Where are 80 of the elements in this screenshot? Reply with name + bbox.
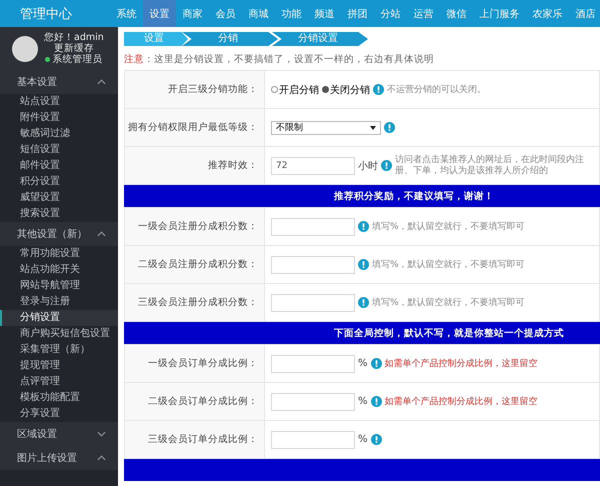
unit-label: 小时 xyxy=(358,160,378,172)
sidebar-section[interactable]: 图片上传设置 xyxy=(0,446,118,470)
sidebar-item[interactable]: 模板功能配置 xyxy=(0,390,118,406)
nav-tab[interactable]: 设置 xyxy=(143,0,176,27)
field-label: 三级会员注册分成积分数： xyxy=(125,284,265,321)
caret-icon xyxy=(370,126,376,130)
sidebar-item[interactable]: 邮件设置 xyxy=(0,158,118,174)
radio-label[interactable]: 开启分销 xyxy=(279,82,319,96)
field-hint: 不运营分销的可以关闭。 xyxy=(387,84,486,96)
chevron-icon xyxy=(97,79,106,85)
field-label: 三级会员订单分成比例： xyxy=(125,421,265,458)
section-banner: 推荐积分奖励，不建议填写，谢谢！ xyxy=(124,185,600,207)
unit-label: % xyxy=(358,434,368,445)
sidebar-item[interactable]: 短信设置 xyxy=(0,142,118,158)
info-icon xyxy=(381,160,392,171)
sidebar-item[interactable]: 站点功能开关 xyxy=(0,262,118,278)
field-label: 二级会员注册分成积分数： xyxy=(125,246,265,283)
input-field[interactable] xyxy=(271,430,355,448)
input-field[interactable] xyxy=(271,218,355,236)
sidebar-item[interactable]: 搜索设置 xyxy=(0,206,118,222)
input-field[interactable] xyxy=(271,392,355,410)
info-icon xyxy=(358,259,369,270)
radio-button[interactable] xyxy=(271,86,278,93)
chevron-icon xyxy=(97,455,106,461)
radio-button[interactable] xyxy=(322,86,329,93)
input-field[interactable]: 72 xyxy=(271,156,355,174)
online-dot xyxy=(45,57,50,62)
info-icon xyxy=(370,396,382,407)
sidebar-item[interactable]: 点评管理 xyxy=(0,374,118,390)
input-field[interactable] xyxy=(271,294,355,312)
level-dropdown[interactable]: 不限制 xyxy=(271,120,381,134)
input-field[interactable] xyxy=(271,354,355,372)
sidebar-item[interactable]: 提现管理 xyxy=(0,358,118,374)
sidebar-item[interactable]: 登录与注册 xyxy=(0,294,118,310)
sidebar-item[interactable]: 附件设置 xyxy=(0,110,118,126)
app-logo: 管理中心 xyxy=(19,6,73,24)
field-label: 开启三级分销功能： xyxy=(125,71,265,108)
info-icon xyxy=(358,221,369,232)
chevron-icon xyxy=(97,431,106,437)
field-hint: 填写%，默认留空就行，不要填写即可 xyxy=(372,296,525,309)
sidebar-item[interactable]: 敏感词过滤 xyxy=(0,126,118,142)
sidebar-section[interactable]: 区域设置 xyxy=(0,422,118,446)
notice-label: 注意 xyxy=(124,53,144,66)
input-field[interactable] xyxy=(271,256,355,274)
field-hint: 访问者点击某推荐人的网址后，在此时间段内注册、下单，均认为是该推荐人所介绍的 xyxy=(395,154,585,176)
info-icon xyxy=(384,122,395,133)
field-hint: 填写%，默认留空就行，不要填写即可 xyxy=(372,258,525,271)
field-hint: 如需单个产品控制分成比例，这里留空 xyxy=(384,358,538,370)
field-label: 二级会员订单分成比例： xyxy=(125,383,265,420)
user-role: 系统管理员 xyxy=(52,54,102,65)
info-icon xyxy=(373,84,384,95)
sidebar-item[interactable]: 分销设置 xyxy=(0,310,118,326)
sidebar-item[interactable]: 常用功能设置 xyxy=(0,246,118,262)
sidebar-item[interactable]: 采集管理（新） xyxy=(0,342,118,358)
field-label: 拥有分销权限用户最低等级： xyxy=(125,109,265,146)
section-banner: 下面全局控制，默认不写，就是你整站一个提成方式 xyxy=(124,322,600,344)
sidebar-item[interactable]: 网站导航管理 xyxy=(0,278,118,294)
info-icon xyxy=(358,297,369,308)
field-label: 推荐时效： xyxy=(125,147,265,184)
sidebar-item[interactable]: 分享设置 xyxy=(0,406,118,422)
notice-text: ：这里是分销设置，不要搞错了，设置不一样的，右边有具体说明 xyxy=(144,53,434,66)
chevron-icon xyxy=(97,231,106,237)
unit-label: % xyxy=(358,358,368,369)
field-hint: 如需单个产品控制分成比例，这里留空 xyxy=(384,396,538,408)
user-greeting: 您好！admin xyxy=(44,32,104,43)
info-icon xyxy=(370,434,382,445)
sidebar-item[interactable]: 威望设置 xyxy=(0,190,118,206)
field-label: 一级会员注册分成积分数： xyxy=(125,208,265,245)
radio-label[interactable]: 关闭分销 xyxy=(330,82,370,96)
sidebar-item[interactable]: 积分设置 xyxy=(0,174,118,190)
refresh-cache-link[interactable]: 更新缓存 xyxy=(54,43,94,54)
unit-label: % xyxy=(358,396,368,407)
sidebar-section[interactable]: 其他设置（新） xyxy=(0,222,118,246)
sidebar-item[interactable]: 商户购买短信包设置 xyxy=(0,326,118,342)
sidebar-section[interactable]: 基本设置 xyxy=(0,70,118,94)
avatar xyxy=(12,36,38,62)
field-hint: 填写%，默认留空就行，不要填写即可 xyxy=(372,220,525,233)
sidebar-item[interactable]: 站点设置 xyxy=(0,94,118,110)
info-icon xyxy=(370,358,382,369)
field-label: 一级会员订单分成比例： xyxy=(125,345,265,382)
